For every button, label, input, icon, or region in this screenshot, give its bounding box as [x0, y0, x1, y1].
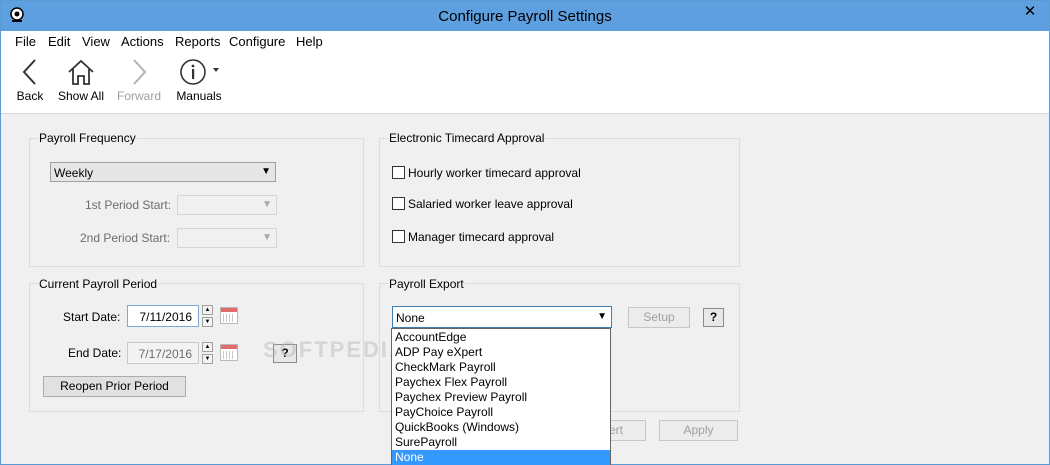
menu-configure[interactable]: Configure — [229, 34, 285, 49]
export-selected-value: None — [396, 311, 425, 325]
payroll-frequency-legend: Payroll Frequency — [38, 131, 137, 145]
back-label: Back — [16, 89, 44, 103]
title-bar: Configure Payroll Settings ✕ — [1, 1, 1049, 31]
export-help-button[interactable]: ? — [703, 308, 724, 327]
forward-label: Forward — [116, 89, 161, 103]
window-title: Configure Payroll Settings — [438, 8, 612, 25]
show-all-button[interactable]: Show All — [55, 57, 107, 103]
chevron-down-icon: ▼ — [262, 199, 272, 210]
export-option-surepayroll[interactable]: SurePayroll — [392, 435, 610, 450]
chevron-down-icon: ▼ — [262, 232, 272, 243]
chevron-left-icon — [22, 59, 36, 85]
back-button[interactable]: Back — [13, 57, 47, 103]
setup-button[interactable]: Setup — [628, 307, 690, 328]
export-option-paychoice[interactable]: PayChoice Payroll — [392, 405, 610, 420]
menu-actions[interactable]: Actions — [121, 34, 164, 49]
show-all-label: Show All — [57, 89, 105, 103]
frequency-select[interactable]: Weekly ▼ — [50, 162, 276, 182]
menu-file[interactable]: File — [15, 34, 36, 49]
calendar-icon[interactable] — [220, 307, 238, 324]
second-period-select[interactable]: ▼ — [177, 228, 277, 248]
menu-bar: File Edit View Actions Reports Configure… — [1, 31, 1049, 53]
end-date-value: 7/17/2016 — [138, 347, 192, 361]
menu-view[interactable]: View — [82, 34, 110, 49]
home-icon — [68, 59, 94, 85]
export-option-none[interactable]: None — [392, 450, 610, 465]
info-icon — [180, 59, 219, 85]
export-option-quickbooks[interactable]: QuickBooks (Windows) — [392, 420, 610, 435]
hourly-approval-checkbox[interactable] — [392, 166, 405, 179]
calendar-icon[interactable] — [220, 344, 238, 361]
salaried-approval-label[interactable]: Salaried worker leave approval — [408, 197, 573, 211]
start-date-value: 7/11/2016 — [139, 310, 193, 324]
first-period-label: 1st Period Start: — [85, 198, 172, 212]
close-button[interactable]: ✕ — [1013, 1, 1047, 23]
end-date-input[interactable]: 7/17/2016 — [127, 342, 199, 364]
export-options-list: AccountEdge ADP Pay eXpert CheckMark Pay… — [391, 328, 611, 465]
menu-edit[interactable]: Edit — [48, 34, 70, 49]
start-date-spinner[interactable]: ▲ ▼ — [202, 305, 213, 327]
hourly-approval-label[interactable]: Hourly worker timecard approval — [408, 166, 581, 180]
chevron-down-icon: ▼ — [261, 166, 271, 177]
menu-reports[interactable]: Reports — [175, 34, 221, 49]
export-select[interactable]: None ▼ — [392, 306, 612, 328]
watermark: SOFTPEDIA — [263, 337, 407, 362]
reopen-prior-period-button[interactable]: Reopen Prior Period — [43, 376, 186, 397]
chevron-down-icon: ▼ — [597, 311, 607, 322]
second-period-label: 2nd Period Start: — [80, 231, 171, 245]
salaried-approval-checkbox[interactable] — [392, 197, 405, 210]
manager-approval-checkbox[interactable] — [392, 230, 405, 243]
chevron-right-icon — [133, 59, 147, 85]
manager-approval-label[interactable]: Manager timecard approval — [408, 230, 554, 244]
forward-button[interactable]: Forward — [115, 57, 163, 103]
export-option-paychex-preview[interactable]: Paychex Preview Payroll — [392, 390, 610, 405]
start-date-label: Start Date: — [63, 310, 121, 324]
export-option-paychex-flex[interactable]: Paychex Flex Payroll — [392, 375, 610, 390]
current-period-legend: Current Payroll Period — [38, 277, 159, 291]
export-option-adp-pay-expert[interactable]: ADP Pay eXpert — [392, 345, 610, 360]
manuals-label: Manuals — [176, 89, 222, 103]
end-date-spinner[interactable]: ▲ ▼ — [202, 342, 213, 364]
menu-help[interactable]: Help — [296, 34, 323, 49]
start-date-input[interactable]: 7/11/2016 — [127, 305, 199, 327]
export-option-checkmark[interactable]: CheckMark Payroll — [392, 360, 610, 375]
first-period-select[interactable]: ▼ — [177, 195, 277, 215]
manuals-button[interactable]: Manuals — [173, 57, 225, 103]
frequency-value: Weekly — [54, 166, 94, 180]
export-option-accountedge[interactable]: AccountEdge — [392, 330, 610, 345]
payroll-export-legend: Payroll Export — [388, 277, 465, 291]
toolbar: Back Show All Forward Manuals — [1, 53, 1049, 114]
apply-button[interactable]: Apply — [659, 420, 738, 441]
end-date-label: End Date: — [68, 346, 122, 360]
timecard-legend: Electronic Timecard Approval — [388, 131, 546, 145]
